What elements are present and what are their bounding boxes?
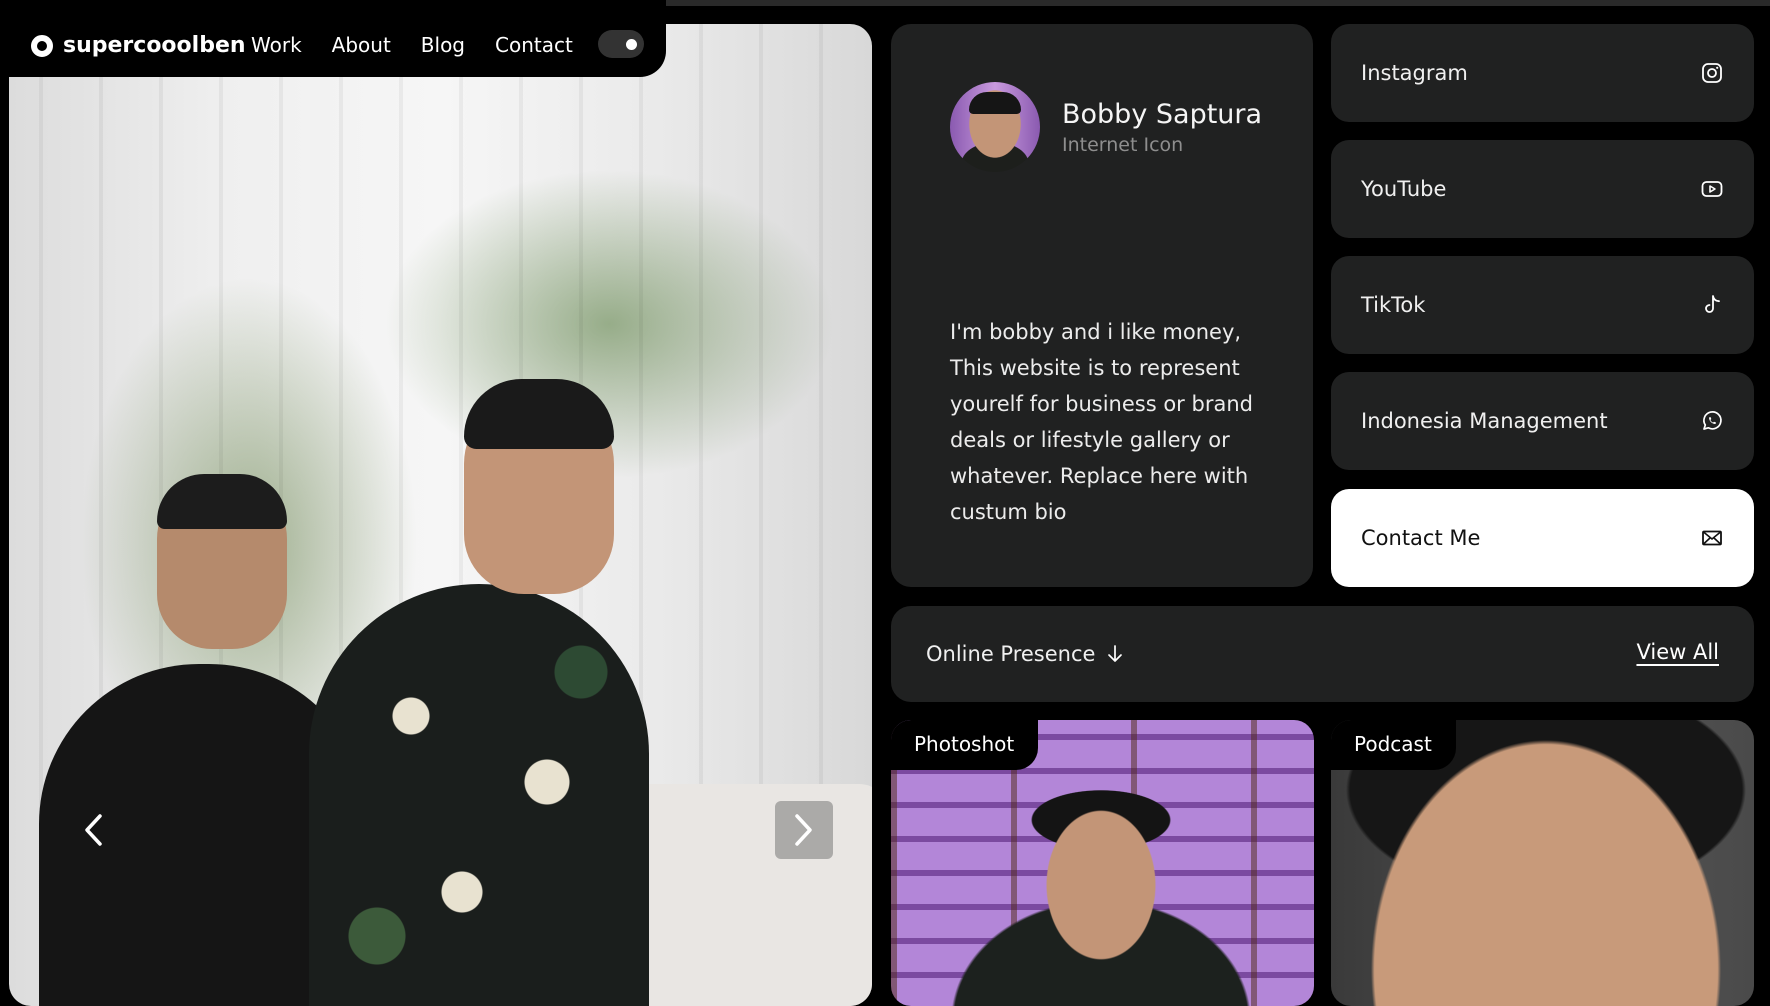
tile-photoshot[interactable]: Photoshot — [891, 720, 1314, 1006]
nav-work[interactable]: Work — [251, 33, 302, 57]
carousel-prev-button[interactable] — [64, 801, 122, 859]
main-nav: Work About Blog Contact — [251, 33, 573, 57]
link-label: YouTube — [1361, 177, 1447, 201]
whatsapp-icon — [1703, 411, 1722, 430]
tile-label: Photoshot — [891, 720, 1039, 770]
chevron-left-icon — [85, 814, 102, 846]
contact-me-button[interactable]: Contact Me — [1331, 489, 1754, 587]
arrow-down-icon — [1108, 645, 1123, 662]
link-youtube[interactable]: YouTube — [1331, 140, 1754, 238]
link-instagram[interactable]: Instagram — [1331, 24, 1754, 122]
top-navigation: supercooolben Work About Blog Contact — [0, 0, 666, 77]
profile-title: Internet Icon — [1062, 134, 1184, 156]
nav-contact[interactable]: Contact — [495, 33, 573, 57]
hero-carousel[interactable] — [9, 24, 872, 1006]
link-indonesia-management[interactable]: Indonesia Management — [1331, 372, 1754, 470]
online-presence-bar: Online Presence View All — [891, 606, 1754, 702]
youtube-icon — [1701, 181, 1723, 197]
theme-toggle[interactable] — [598, 30, 644, 58]
hero-person-left-hair — [157, 474, 287, 529]
avatar — [950, 82, 1040, 172]
hero-person-right — [309, 584, 649, 1006]
profile-card: Bobby Saptura Internet Icon I'm bobby an… — [891, 24, 1313, 587]
link-label: Indonesia Management — [1361, 409, 1608, 433]
tile-label: Podcast — [1331, 720, 1456, 770]
link-label: Instagram — [1361, 61, 1468, 85]
brand-name: supercooolben — [63, 33, 246, 58]
link-label: Contact Me — [1361, 526, 1481, 550]
chevron-right-icon — [795, 814, 812, 846]
mail-icon — [1702, 530, 1722, 546]
profile-name: Bobby Saptura — [1062, 99, 1263, 130]
nav-blog[interactable]: Blog — [421, 33, 465, 57]
link-label: TikTok — [1361, 293, 1426, 317]
carousel-next-button[interactable] — [775, 801, 833, 859]
tiktok-icon — [1705, 295, 1720, 313]
logo-ring-icon — [31, 34, 53, 57]
nav-about[interactable]: About — [332, 33, 391, 57]
tile-podcast[interactable]: Podcast — [1331, 720, 1754, 1006]
toggle-knob — [626, 39, 637, 50]
online-presence-toggle[interactable]: Online Presence — [926, 642, 1123, 666]
online-presence-label: Online Presence — [926, 642, 1096, 666]
instagram-icon — [1702, 63, 1722, 83]
link-tiktok[interactable]: TikTok — [1331, 256, 1754, 354]
view-all-link[interactable]: View All — [1636, 640, 1719, 664]
profile-bio: I'm bobby and i like money, This website… — [950, 320, 1253, 524]
brand-logo[interactable]: supercooolben — [31, 33, 246, 58]
